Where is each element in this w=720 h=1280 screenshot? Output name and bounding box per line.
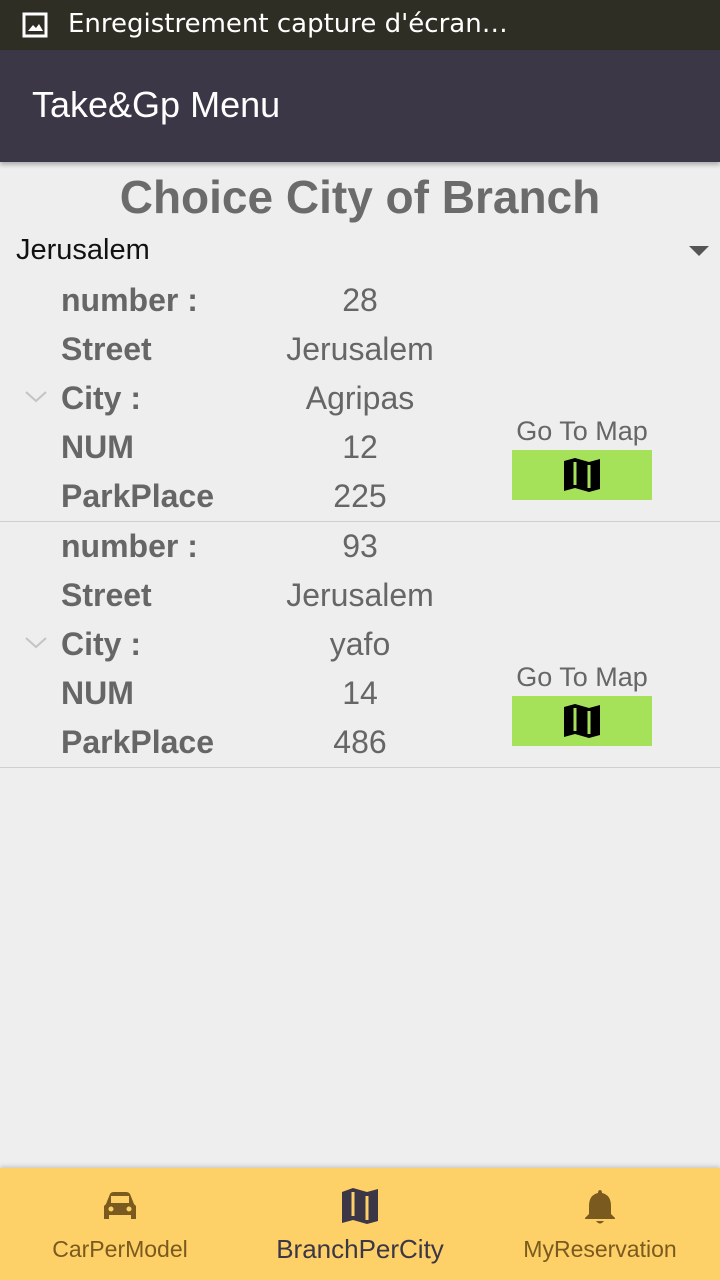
street-value: Jerusalem	[286, 331, 434, 367]
parkplace-label: ParkPlace	[61, 478, 215, 514]
status-notification-text: Enregistrement capture d'écran…	[68, 9, 508, 39]
nav-label: CarPerModel	[52, 1236, 188, 1262]
parkplace-value: 225	[333, 478, 387, 514]
num-value: 12	[342, 429, 378, 465]
city-label: City :	[61, 380, 141, 416]
image-icon	[22, 12, 48, 38]
branch-street-row: Street Jerusalem	[0, 325, 720, 374]
nav-branch-per-city[interactable]: BranchPerCity	[240, 1168, 480, 1280]
app-bar: Take&Gp Menu	[0, 50, 720, 162]
street-label: Street	[61, 331, 152, 367]
city-value: yafo	[329, 626, 391, 662]
number-label: number :	[61, 282, 198, 318]
street-label: Street	[61, 577, 152, 613]
page-title: Choice City of Branch	[119, 171, 601, 223]
number-value: 28	[342, 282, 378, 318]
city-label: City :	[61, 626, 141, 662]
car-icon	[104, 1192, 136, 1219]
city-spinner[interactable]: Jerusalem	[0, 228, 720, 276]
nav-label: BranchPerCity	[276, 1234, 444, 1264]
nav-my-reservation[interactable]: MyReservation	[480, 1168, 720, 1280]
go-to-map-label: Go To Map	[516, 662, 648, 692]
map-icon	[342, 1188, 378, 1224]
parkplace-value: 486	[333, 724, 387, 760]
chevron-down-icon[interactable]	[24, 636, 48, 650]
chevron-down-icon[interactable]	[24, 390, 48, 404]
branch-list: number : 28 Street Jerusalem City : Agri…	[0, 276, 720, 768]
go-to-map-label: Go To Map	[516, 416, 648, 446]
app-title: Take&Gp Menu	[32, 84, 281, 125]
parkplace-label: ParkPlace	[61, 724, 215, 760]
number-label: number :	[61, 528, 198, 564]
branch-item: number : 93 Street Jerusalem City : yafo…	[0, 522, 720, 768]
status-bar: Enregistrement capture d'écran…	[0, 0, 720, 50]
street-value: Jerusalem	[286, 577, 434, 613]
go-to-map-button[interactable]	[512, 696, 652, 746]
nav-car-per-model[interactable]: CarPerModel	[0, 1168, 240, 1280]
num-label: NUM	[61, 429, 134, 465]
city-value: Agripas	[305, 380, 415, 416]
bell-icon	[585, 1190, 615, 1224]
bottom-navigation: CarPerModel BranchPerCity MyReservation	[0, 1168, 720, 1280]
dropdown-arrow-icon[interactable]	[689, 246, 709, 256]
number-value: 93	[342, 528, 378, 564]
go-to-map-button[interactable]	[512, 450, 652, 500]
map-icon	[564, 458, 600, 492]
num-label: NUM	[61, 675, 134, 711]
branch-street-row: Street Jerusalem	[0, 571, 720, 620]
city-spinner-value: Jerusalem	[16, 234, 150, 266]
map-icon	[564, 704, 600, 738]
num-value: 14	[342, 675, 378, 711]
branch-number-row: number : 93	[0, 522, 720, 571]
nav-label: MyReservation	[523, 1236, 677, 1262]
branch-number-row: number : 28	[0, 276, 720, 325]
branch-item: number : 28 Street Jerusalem City : Agri…	[0, 276, 720, 522]
